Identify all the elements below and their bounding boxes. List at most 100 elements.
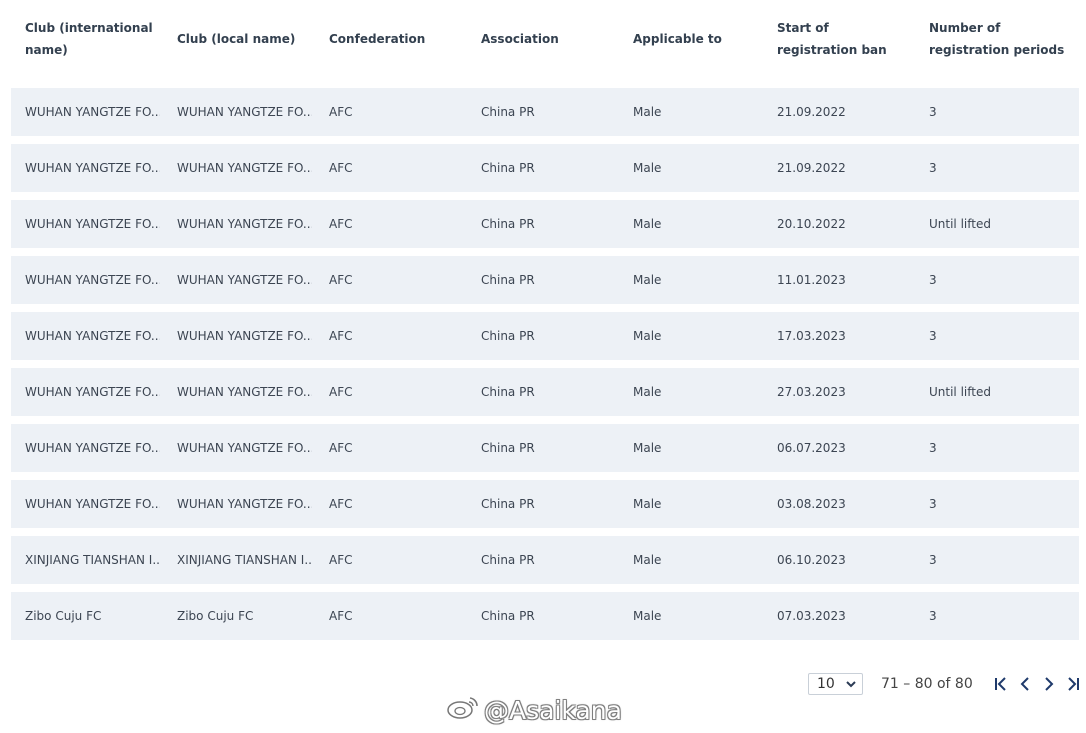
table-row[interactable]: WUHAN YANGTZE FO... WUHAN YANGTZE FO... AF… <box>11 480 1079 528</box>
cell-applicable-to: Male <box>633 553 662 567</box>
cell-association: China PR <box>481 273 535 287</box>
cell-club-local: WUHAN YANGTZE FO... <box>177 217 312 231</box>
cell-registration-periods: 3 <box>929 441 937 455</box>
cell-club-local: XINJIANG TIANSHAN I... <box>177 553 312 567</box>
next-page-icon[interactable] <box>1041 676 1057 692</box>
column-header-club-local[interactable]: Club (local name) <box>177 0 312 78</box>
page-size-select[interactable]: 10 <box>808 673 863 695</box>
cell-confederation: AFC <box>329 553 353 567</box>
table-row[interactable]: XINJIANG TIANSHAN I... XINJIANG TIANSHAN … <box>11 536 1079 584</box>
cell-applicable-to: Male <box>633 497 662 511</box>
cell-applicable-to: Male <box>633 217 662 231</box>
column-header-association[interactable]: Association <box>481 0 611 78</box>
cell-club-local: Zibo Cuju FC <box>177 609 254 623</box>
cell-confederation: AFC <box>329 105 353 119</box>
cell-start-of-ban: 27.03.2023 <box>777 385 846 399</box>
cell-club-international: XINJIANG TIANSHAN I... <box>25 553 160 567</box>
cell-registration-periods: 3 <box>929 161 937 175</box>
watermark-text: @Asaikana <box>484 695 622 725</box>
cell-club-local: WUHAN YANGTZE FO... <box>177 497 312 511</box>
cell-club-international: WUHAN YANGTZE FO... <box>25 497 160 511</box>
cell-confederation: AFC <box>329 273 353 287</box>
cell-registration-periods: 3 <box>929 497 937 511</box>
cell-registration-periods: 3 <box>929 105 937 119</box>
cell-association: China PR <box>481 553 535 567</box>
weibo-icon <box>446 694 484 726</box>
page-size-value: 10 <box>817 676 835 692</box>
cell-applicable-to: Male <box>633 273 662 287</box>
table-row[interactable]: Zibo Cuju FC Zibo Cuju FC AFC China PR Male 0… <box>11 592 1079 640</box>
column-header-applicable-to[interactable]: Applicable to <box>633 0 763 78</box>
column-header-registration-periods[interactable]: Number of registration periods <box>929 0 1069 78</box>
cell-club-local: WUHAN YANGTZE FO... <box>177 329 312 343</box>
cell-registration-periods: Until lifted <box>929 217 991 231</box>
cell-start-of-ban: 21.09.2022 <box>777 105 846 119</box>
cell-association: China PR <box>481 609 535 623</box>
previous-page-icon[interactable] <box>1017 676 1033 692</box>
pagination: 10 71 – 80 of 80 <box>808 672 1081 696</box>
cell-applicable-to: Male <box>633 385 662 399</box>
cell-confederation: AFC <box>329 329 353 343</box>
cell-start-of-ban: 06.07.2023 <box>777 441 846 455</box>
cell-applicable-to: Male <box>633 441 662 455</box>
cell-association: China PR <box>481 385 535 399</box>
cell-club-local: WUHAN YANGTZE FO... <box>177 161 312 175</box>
cell-association: China PR <box>481 105 535 119</box>
first-page-icon[interactable] <box>993 676 1009 692</box>
cell-association: China PR <box>481 329 535 343</box>
cell-start-of-ban: 11.01.2023 <box>777 273 846 287</box>
table-row[interactable]: WUHAN YANGTZE FO... WUHAN YANGTZE FO... AF… <box>11 368 1079 416</box>
cell-start-of-ban: 20.10.2022 <box>777 217 846 231</box>
cell-registration-periods: 3 <box>929 273 937 287</box>
cell-club-international: Zibo Cuju FC <box>25 609 102 623</box>
table-body: WUHAN YANGTZE FO... WUHAN YANGTZE FO... AF… <box>11 88 1079 640</box>
table-row[interactable]: WUHAN YANGTZE FO... WUHAN YANGTZE FO... AF… <box>11 256 1079 304</box>
table-header: Club (international name) Club (local na… <box>11 0 1079 88</box>
registration-ban-table: Club (international name) Club (local na… <box>11 0 1079 648</box>
cell-registration-periods: 3 <box>929 329 937 343</box>
table-row[interactable]: WUHAN YANGTZE FO... WUHAN YANGTZE FO... AF… <box>11 312 1079 360</box>
cell-club-local: WUHAN YANGTZE FO... <box>177 273 312 287</box>
cell-start-of-ban: 21.09.2022 <box>777 161 846 175</box>
chevron-down-icon <box>846 676 856 692</box>
table-row[interactable]: WUHAN YANGTZE FO... WUHAN YANGTZE FO... AF… <box>11 200 1079 248</box>
cell-club-international: WUHAN YANGTZE FO... <box>25 161 160 175</box>
cell-association: China PR <box>481 161 535 175</box>
cell-applicable-to: Male <box>633 105 662 119</box>
cell-applicable-to: Male <box>633 609 662 623</box>
cell-association: China PR <box>481 497 535 511</box>
column-header-club-international[interactable]: Club (international name) <box>25 0 160 78</box>
cell-registration-periods: 3 <box>929 609 937 623</box>
table-row[interactable]: WUHAN YANGTZE FO... WUHAN YANGTZE FO... AF… <box>11 88 1079 136</box>
column-header-start-of-ban[interactable]: Start of registration ban <box>777 0 907 78</box>
cell-club-international: WUHAN YANGTZE FO... <box>25 273 160 287</box>
cell-confederation: AFC <box>329 609 353 623</box>
last-page-icon[interactable] <box>1065 676 1081 692</box>
cell-start-of-ban: 07.03.2023 <box>777 609 846 623</box>
cell-confederation: AFC <box>329 441 353 455</box>
cell-registration-periods: 3 <box>929 553 937 567</box>
cell-club-international: WUHAN YANGTZE FO... <box>25 217 160 231</box>
page-navigation <box>993 676 1081 692</box>
cell-club-local: WUHAN YANGTZE FO... <box>177 441 312 455</box>
cell-applicable-to: Male <box>633 329 662 343</box>
cell-start-of-ban: 03.08.2023 <box>777 497 846 511</box>
cell-club-local: WUHAN YANGTZE FO... <box>177 385 312 399</box>
cell-applicable-to: Male <box>633 161 662 175</box>
cell-confederation: AFC <box>329 497 353 511</box>
cell-club-international: WUHAN YANGTZE FO... <box>25 441 160 455</box>
cell-association: China PR <box>481 217 535 231</box>
page-range-label: 71 – 80 of 80 <box>881 676 973 692</box>
cell-club-international: WUHAN YANGTZE FO... <box>25 105 160 119</box>
table-row[interactable]: WUHAN YANGTZE FO... WUHAN YANGTZE FO... AF… <box>11 424 1079 472</box>
cell-confederation: AFC <box>329 161 353 175</box>
cell-association: China PR <box>481 441 535 455</box>
cell-start-of-ban: 17.03.2023 <box>777 329 846 343</box>
cell-club-international: WUHAN YANGTZE FO... <box>25 385 160 399</box>
cell-registration-periods: Until lifted <box>929 385 991 399</box>
watermark: @Asaikana <box>446 694 622 726</box>
cell-confederation: AFC <box>329 385 353 399</box>
column-header-confederation[interactable]: Confederation <box>329 0 459 78</box>
cell-start-of-ban: 06.10.2023 <box>777 553 846 567</box>
table-row[interactable]: WUHAN YANGTZE FO... WUHAN YANGTZE FO... AF… <box>11 144 1079 192</box>
